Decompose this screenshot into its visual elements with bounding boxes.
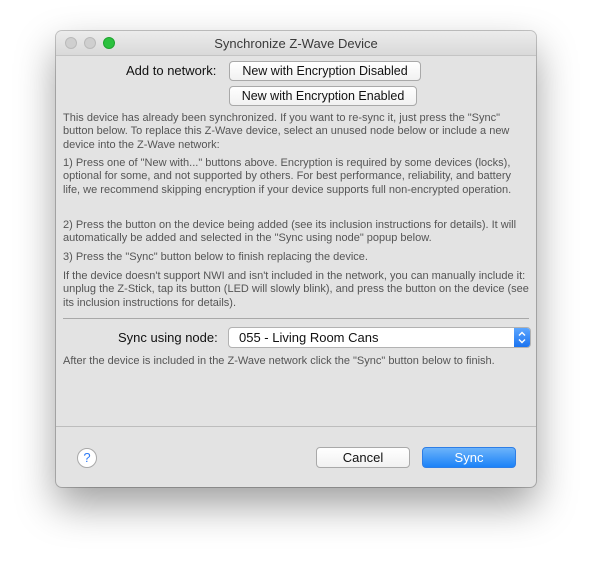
intro-text: This device has already been synchronize… <box>63 112 510 151</box>
step3-text: 3) Press the "Sync" button below to fini… <box>63 251 368 263</box>
sync-node-select[interactable]: 055 - Living Room Cans <box>228 327 531 348</box>
section-divider <box>63 318 529 319</box>
step2-text: 2) Press the button on the device being … <box>63 219 517 245</box>
help-button[interactable]: ? <box>77 448 97 468</box>
sync-using-node-label: Sync using node: <box>118 330 218 345</box>
window-title: Synchronize Z-Wave Device <box>214 36 378 51</box>
after-include-note: After the device is included in the Z-Wa… <box>63 355 495 367</box>
sync-zwave-dialog: Synchronize Z-Wave Device Add to network… <box>56 31 536 487</box>
sync-node-selected-value: 055 - Living Room Cans <box>239 330 379 345</box>
add-to-network-label: Add to network: <box>126 63 217 78</box>
title-bar: Synchronize Z-Wave Device <box>56 31 536 56</box>
updown-chevron-icon <box>514 328 530 347</box>
step1-text: 1) Press one of "New with..." buttons ab… <box>63 157 512 196</box>
cancel-button[interactable]: Cancel <box>316 447 410 468</box>
nwi-text: If the device doesn't support NWI and is… <box>63 270 529 309</box>
footer-divider <box>56 426 536 427</box>
new-encryption-enabled-button[interactable]: New with Encryption Enabled <box>229 86 417 106</box>
sync-button[interactable]: Sync <box>422 447 516 468</box>
new-encryption-disabled-button[interactable]: New with Encryption Disabled <box>229 61 421 81</box>
